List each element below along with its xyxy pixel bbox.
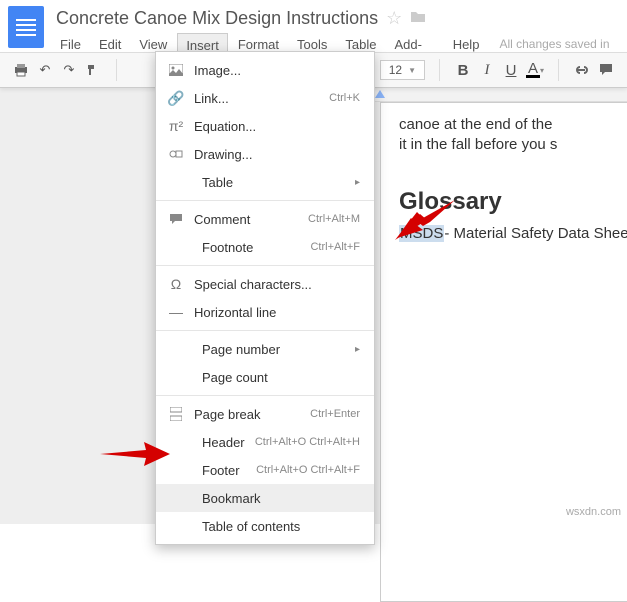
separator <box>156 200 374 201</box>
docs-logo[interactable] <box>8 6 44 48</box>
separator <box>156 265 374 266</box>
separator <box>156 395 374 396</box>
text-color-button[interactable]: A ▾ <box>526 61 544 79</box>
menu-label: Bookmark <box>202 491 360 506</box>
menu-item-comment[interactable]: Comment Ctrl+Alt+M <box>156 205 374 233</box>
menu-label: Link... <box>194 91 329 106</box>
shortcut: Ctrl+Alt+M <box>308 213 360 225</box>
menu-label: Horizontal line <box>194 305 360 320</box>
menu-label: Table <box>202 175 355 190</box>
submenu-icon: ▸ <box>355 344 360 355</box>
shortcut: Ctrl+Alt+O Ctrl+Alt+H <box>255 436 360 448</box>
font-size-input[interactable]: 12 ▼ <box>380 60 425 80</box>
menu-label: Header <box>202 435 255 450</box>
separator <box>439 59 440 81</box>
pagebreak-icon <box>166 407 186 421</box>
menu-item-image[interactable]: Image... <box>156 56 374 84</box>
underline-button[interactable]: U <box>502 61 520 79</box>
folder-icon[interactable] <box>410 8 426 29</box>
undo-icon[interactable]: ↶ <box>36 61 54 79</box>
menu-label: Image... <box>194 63 360 78</box>
shortcut: Ctrl+Enter <box>310 408 360 420</box>
insert-menu-dropdown: Image... 🔗 Link... Ctrl+K π² Equation...… <box>155 51 375 545</box>
separator <box>558 59 559 81</box>
menu-item-table[interactable]: Table ▸ <box>156 168 374 196</box>
dropdown-icon: ▼ <box>408 66 416 75</box>
doc-title[interactable]: Concrete Canoe Mix Design Instructions <box>56 8 378 29</box>
annotation-arrow <box>100 440 170 470</box>
menu-item-table-of-contents[interactable]: Table of contents <box>156 512 374 540</box>
insert-link-icon[interactable] <box>573 61 591 79</box>
image-icon <box>166 64 186 76</box>
menu-label: Equation... <box>194 119 360 134</box>
menu-label: Page count <box>202 370 360 385</box>
menu-label: Footnote <box>202 240 310 255</box>
insert-comment-icon[interactable] <box>597 61 615 79</box>
menu-item-link[interactable]: 🔗 Link... Ctrl+K <box>156 84 374 112</box>
menu-label: Comment <box>194 212 308 227</box>
print-icon[interactable] <box>12 61 30 79</box>
menu-item-footer[interactable]: Footer Ctrl+Alt+O Ctrl+Alt+F <box>156 456 374 484</box>
separator <box>156 330 374 331</box>
menu-item-horizontal-line[interactable]: — Horizontal line <box>156 298 374 326</box>
menu-item-footnote[interactable]: Footnote Ctrl+Alt+F <box>156 233 374 261</box>
redo-icon[interactable]: ↷ <box>60 61 78 79</box>
star-icon[interactable]: ☆ <box>386 8 402 29</box>
document-page[interactable]: canoe at the end of the it in the fall b… <box>380 102 627 602</box>
comment-icon <box>166 213 186 225</box>
body-text: it in the fall before you s <box>399 135 627 155</box>
link-icon: 🔗 <box>166 90 186 107</box>
shortcut: Ctrl+Alt+O Ctrl+Alt+F <box>256 464 360 476</box>
menu-item-drawing[interactable]: Drawing... <box>156 140 374 168</box>
menu-label: Table of contents <box>202 519 360 534</box>
shortcut: Ctrl+K <box>329 92 360 104</box>
equation-icon: π² <box>166 118 186 134</box>
menu-item-page-number[interactable]: Page number ▸ <box>156 335 374 363</box>
menu-item-bookmark[interactable]: Bookmark <box>156 484 374 512</box>
menu-item-equation[interactable]: π² Equation... <box>156 112 374 140</box>
menu-item-header[interactable]: Header Ctrl+Alt+O Ctrl+Alt+H <box>156 428 374 456</box>
menu-label: Special characters... <box>194 277 360 292</box>
shortcut: Ctrl+Alt+F <box>310 241 360 253</box>
bold-button[interactable]: B <box>454 61 472 79</box>
hline-icon: — <box>166 304 186 320</box>
menu-label: Page number <box>202 342 355 357</box>
watermark: wsxdn.com <box>566 506 621 518</box>
menu-item-special-characters[interactable]: Ω Special characters... <box>156 270 374 298</box>
menu-item-page-break[interactable]: Page break Ctrl+Enter <box>156 400 374 428</box>
body-text: canoe at the end of the <box>399 115 627 135</box>
annotation-arrow <box>395 200 455 240</box>
submenu-icon: ▸ <box>355 177 360 188</box>
menu-label: Drawing... <box>194 147 360 162</box>
separator <box>116 59 117 81</box>
glossary-text: - Material Safety Data Sheets <box>444 225 627 242</box>
paint-format-icon[interactable] <box>84 61 102 79</box>
menu-label: Page break <box>194 407 310 422</box>
menu-item-page-count[interactable]: Page count <box>156 363 374 391</box>
font-size-value: 12 <box>389 63 402 77</box>
menu-label: Footer <box>202 463 256 478</box>
drawing-icon <box>166 148 186 160</box>
omega-icon: Ω <box>166 276 186 292</box>
italic-button[interactable]: I <box>478 61 496 79</box>
